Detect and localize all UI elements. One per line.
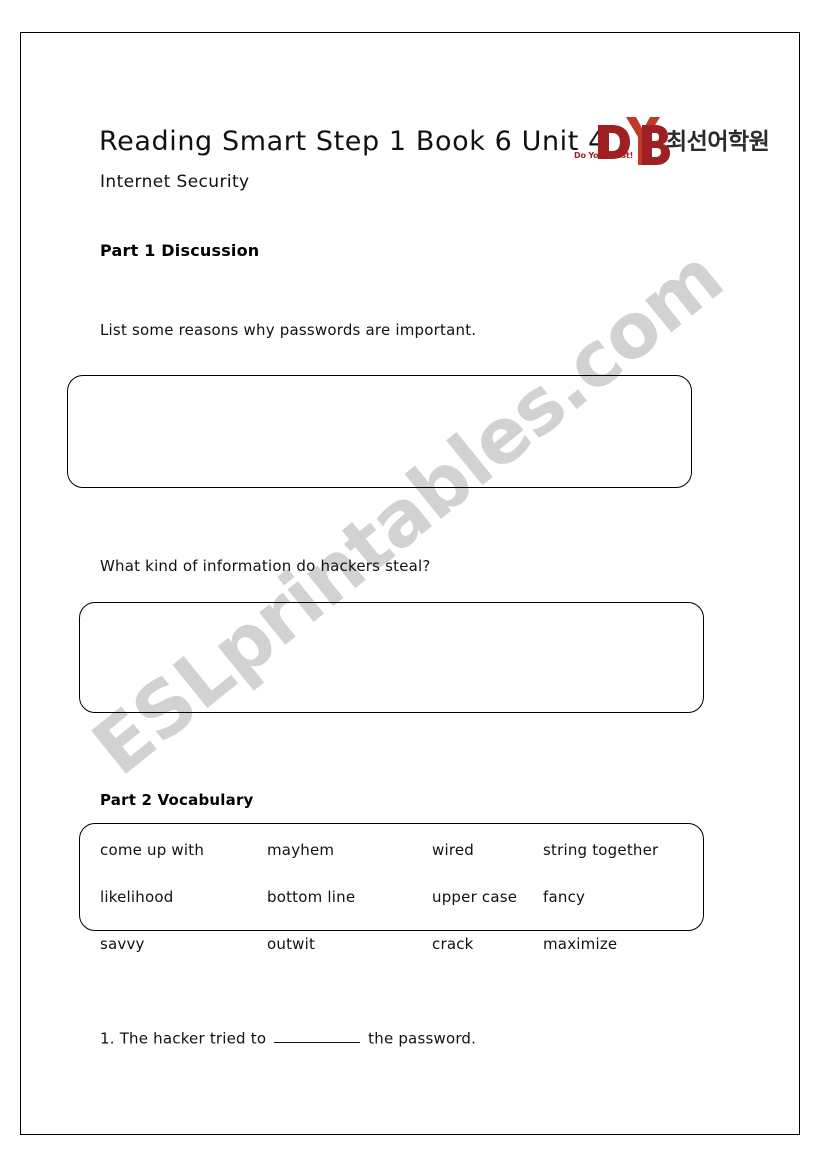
logo-korean-name: 최선어학원 bbox=[666, 129, 770, 155]
vocab-word: wired bbox=[432, 841, 475, 859]
vocab-word: crack bbox=[432, 935, 474, 953]
exercise-answer-blank[interactable] bbox=[274, 1028, 361, 1044]
page-subtitle: Internet Security bbox=[100, 172, 250, 192]
vocab-word: maximize bbox=[543, 935, 618, 953]
vocab-word: upper case bbox=[432, 888, 518, 906]
vocabulary-word-bank-box bbox=[79, 823, 704, 931]
vocab-word: mayhem bbox=[267, 841, 335, 859]
vocab-word: fancy bbox=[543, 888, 586, 906]
page-title: Reading Smart Step 1 Book 6 Unit 4 bbox=[99, 126, 606, 157]
vocab-word: likelihood bbox=[100, 888, 174, 906]
worksheet-content: Reading Smart Step 1 Book 6 Unit 4 Inter… bbox=[21, 33, 799, 1134]
exercise-text-after: the password. bbox=[368, 1029, 477, 1048]
vocab-word: bottom line bbox=[267, 888, 356, 906]
question-2-prompt: What kind of information do hackers stea… bbox=[100, 557, 431, 575]
exercise-number: 1. bbox=[100, 1029, 115, 1048]
question-1-prompt: List some reasons why passwords are impo… bbox=[100, 321, 477, 339]
dyb-logo: 최선어학원 Do Your Best! bbox=[574, 115, 770, 169]
question-1-answer-box[interactable] bbox=[67, 375, 692, 488]
part1-heading: Part 1 Discussion bbox=[100, 241, 260, 260]
question-2-answer-box[interactable] bbox=[79, 602, 704, 713]
vocab-word: savvy bbox=[100, 935, 145, 953]
vocab-word: string together bbox=[543, 841, 659, 859]
vocab-word: outwit bbox=[267, 935, 316, 953]
worksheet-page: ESLprintables.com Reading Smart Step 1 B… bbox=[20, 32, 800, 1135]
logo-tagline: Do Your Best! bbox=[574, 151, 634, 160]
exercise-item-1: 1. The hacker tried to the password. bbox=[100, 1028, 476, 1047]
exercise-text-before: The hacker tried to bbox=[119, 1029, 267, 1048]
vocab-word: come up with bbox=[100, 841, 205, 859]
part2-heading: Part 2 Vocabulary bbox=[100, 791, 254, 809]
